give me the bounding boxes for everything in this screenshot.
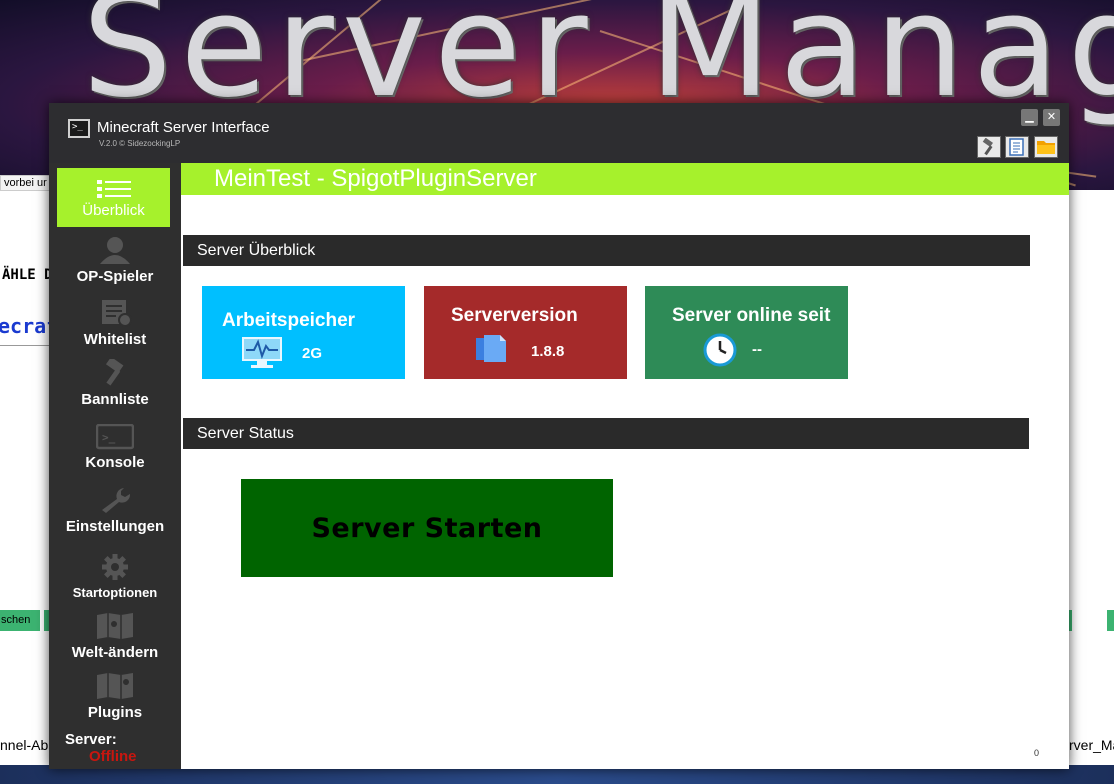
sidebar-item-ueberblick[interactable]: Überblick [57, 168, 170, 227]
version-label: V.2.0 © SidezockingLP [99, 139, 181, 148]
corner-counter: 0 [1034, 748, 1040, 758]
console-icon: >_ [96, 424, 134, 450]
sidebar-item-label: Konsole [85, 454, 145, 471]
sidebar-item-konsole[interactable]: >_ Konsole [49, 413, 181, 475]
version-tile: Serverversion 1.8.8 [424, 286, 627, 379]
sidebar-item-label: OP-Spieler [76, 268, 154, 285]
sidebar-item-bannliste[interactable]: Bannliste [49, 350, 181, 412]
sidebar-item-startoptionen[interactable]: Startoptionen [49, 542, 181, 604]
sidebar-item-welt-aendern[interactable]: Welt-ändern [49, 603, 181, 665]
title-bar[interactable]: >_ Minecraft Server Interface V.2.0 © Si… [49, 103, 1069, 163]
sidebar-item-whitelist[interactable]: Whitelist [49, 290, 181, 352]
sidebar-item-einstellungen[interactable]: Einstellungen [49, 477, 181, 539]
uptime-value: -- [752, 341, 762, 358]
notes-tool-button[interactable] [1005, 136, 1029, 158]
app-window: >_ Minecraft Server Interface V.2.0 © Si… [49, 103, 1069, 769]
section-title-status: Server Status [183, 418, 1029, 449]
minimize-button[interactable]: ▁ [1021, 109, 1038, 126]
background-fragment: vorbei ur [0, 175, 52, 191]
memory-tile-title: Arbeitspeicher [222, 310, 356, 331]
folder-icon [1037, 141, 1055, 154]
person-icon [100, 237, 130, 264]
ban-tool-button[interactable] [977, 136, 1001, 158]
sidebar-item-label: Whitelist [83, 331, 147, 348]
sidebar: Überblick OP-Spieler Whitelist Bannliste… [49, 163, 181, 769]
sidebar-item-label: Welt-ändern [71, 644, 159, 661]
memory-value: 2G [302, 345, 323, 362]
sidebar-item-label: Einstellungen [65, 518, 165, 535]
wrench-icon [102, 488, 131, 513]
background-fragment: rver_Ma [1069, 737, 1114, 753]
server-state-value: Offline [89, 748, 137, 765]
start-server-button[interactable]: Server Starten [241, 479, 613, 577]
background-fragment: ÄHLE D [2, 267, 53, 283]
server-state-label: Server: [65, 731, 117, 748]
background-fragment: schen [0, 610, 40, 631]
sidebar-item-label: Überblick [82, 202, 145, 219]
notes-icon [1009, 138, 1024, 156]
map-icon [97, 613, 133, 639]
sidebar-item-label: Bannliste [81, 391, 149, 408]
sidebar-item-plugins[interactable]: Plugins [49, 663, 181, 725]
ban-hammer-icon [105, 359, 124, 386]
terminal-app-icon: >_ [68, 119, 90, 138]
section-title-overview: Server Überblick [183, 235, 1030, 266]
version-tile-title: Serverversion [451, 305, 578, 326]
sidebar-item-label: Startoptionen [72, 585, 158, 600]
monitor-pulse-icon [242, 337, 282, 368]
sidebar-item-op-spieler[interactable]: OP-Spieler [49, 227, 181, 289]
server-name: MeinTest - SpigotPluginServer [214, 165, 537, 192]
svg-text:>_: >_ [102, 431, 116, 444]
close-button[interactable]: ✕ [1043, 109, 1060, 126]
uptime-tile: Server online seit -- [645, 286, 848, 379]
gear-icon [102, 554, 128, 580]
plugin-map-icon [97, 673, 133, 699]
background-fragment: nnel-Ab [0, 737, 49, 753]
hammer-icon [982, 138, 993, 156]
window-title: Minecraft Server Interface [97, 119, 270, 136]
memory-tile: Arbeitspeicher 2G [202, 286, 405, 379]
clock-icon [703, 333, 737, 367]
documents-icon [476, 335, 506, 362]
server-header-band: MeinTest - SpigotPluginServer [181, 163, 1069, 195]
uptime-tile-title: Server online seit [672, 305, 831, 326]
sidebar-item-label: Plugins [87, 704, 143, 721]
list-icon [96, 180, 131, 198]
version-value: 1.8.8 [531, 343, 565, 360]
whitelist-icon [102, 300, 132, 327]
folder-tool-button[interactable] [1034, 136, 1058, 158]
